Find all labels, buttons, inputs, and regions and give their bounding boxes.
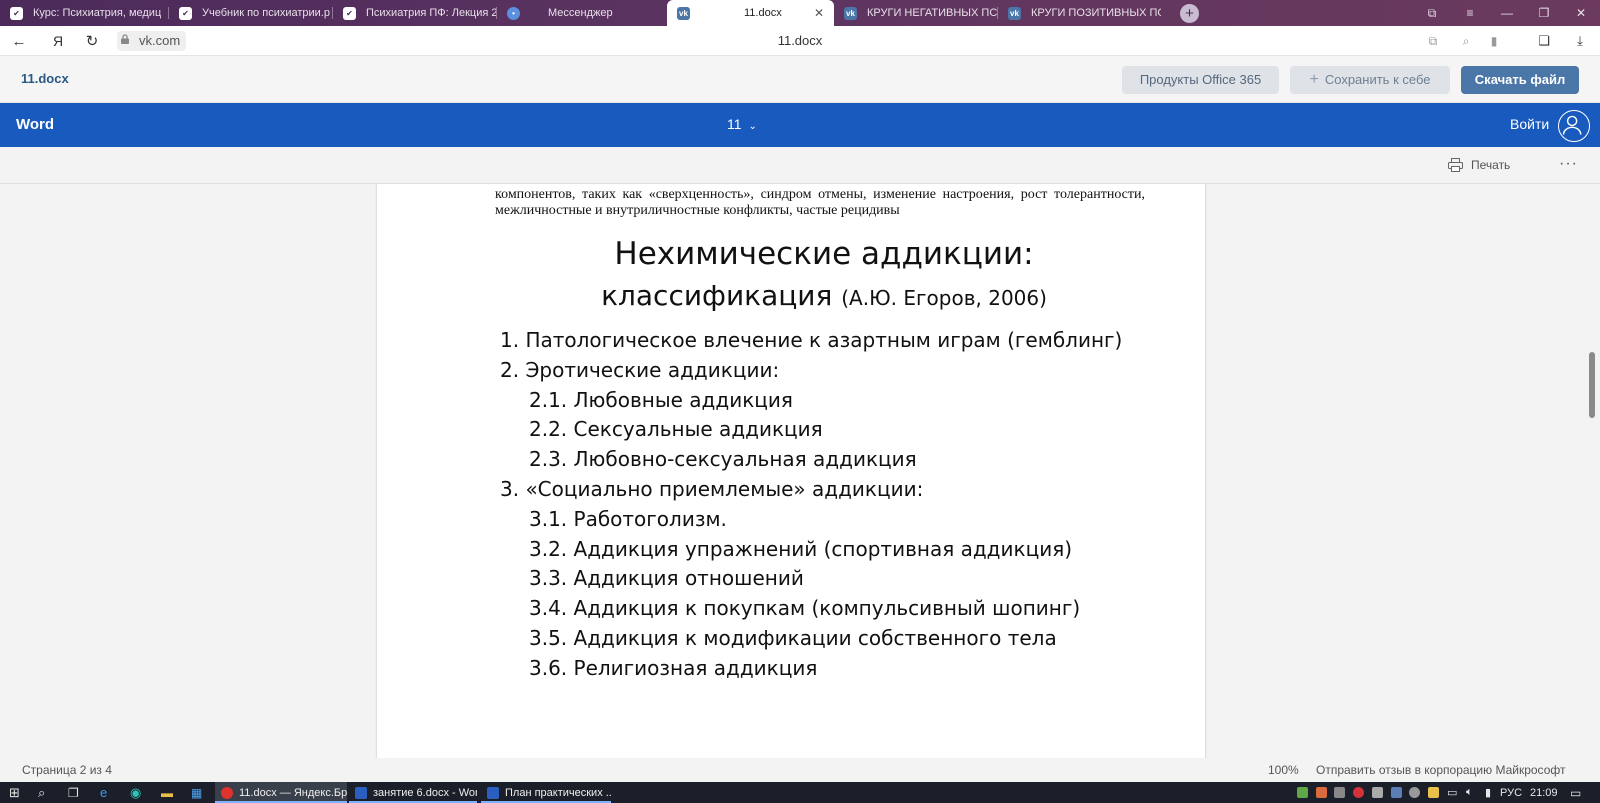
moodle-icon: ✔: [10, 6, 23, 20]
ie-icon[interactable]: e: [100, 782, 107, 803]
printer-icon: [1448, 158, 1463, 172]
list-subitem: 2.3. Любовно-сексуальная аддикция: [529, 447, 917, 471]
list-subitem: 2.1. Любовные аддикция: [529, 388, 793, 412]
command-bar: Печать ···: [0, 147, 1600, 184]
browser-tab[interactable]: ✔ Курс: Психиатрия, медиц: [0, 0, 168, 26]
taskbar-app-word2[interactable]: План практических ...: [481, 782, 611, 803]
windows-taskbar: ⊞ ⌕ ❐ e ◉ ▬ ▦ 11.docx — Яндекс.Бр... зан…: [0, 782, 1600, 803]
reader-icon[interactable]: ⧉: [1420, 26, 1446, 56]
network-icon[interactable]: ▭: [1447, 782, 1457, 803]
document-selector[interactable]: 11 ⌄: [727, 116, 757, 132]
browser-tab-bar: ✔ Курс: Психиатрия, медиц ✔ Учебник по п…: [0, 0, 1600, 26]
scrollbar-thumb[interactable]: [1589, 352, 1595, 418]
list-subitem: 3.4. Аддикция к покупкам (компульсивный …: [529, 596, 1081, 620]
browser-tab[interactable]: vk КРУГИ НЕГАТИВНЫХ ПСИ: [834, 0, 997, 26]
search-icon[interactable]: ⌕: [38, 782, 45, 803]
download-file-button[interactable]: Скачать файл: [1461, 66, 1579, 94]
task-view-icon[interactable]: ❐: [68, 782, 79, 803]
heading-reference: (А.Ю. Егоров, 2006): [841, 286, 1047, 310]
bookmark-icon[interactable]: ▮: [1481, 26, 1507, 56]
browser-tab[interactable]: • Мессенджер: [497, 0, 660, 26]
browser-tab[interactable]: vk КРУГИ ПОЗИТИВНЫХ ПСИ: [998, 0, 1161, 26]
list-subitem: 2.2. Сексуальные аддикция: [529, 417, 823, 441]
close-window-icon[interactable]: ✕: [1563, 0, 1599, 26]
collections-icon[interactable]: ❏: [1531, 26, 1557, 56]
app-tray-icon[interactable]: [1409, 787, 1420, 798]
vk-icon: vk: [1008, 6, 1021, 20]
list-subitem: 3.1. Работоголизм.: [529, 507, 727, 531]
save-to-self-button[interactable]: + Сохранить к себе: [1290, 66, 1450, 94]
vk-icon: vk: [677, 6, 690, 20]
status-bar: Страница 2 из 4 100% Отправить отзыв в к…: [0, 758, 1600, 782]
app-tray-icon[interactable]: [1428, 787, 1439, 798]
feedback-link[interactable]: Отправить отзыв в корпорацию Майкрософт: [1316, 763, 1565, 777]
scrollbar-track[interactable]: [1586, 184, 1600, 758]
messenger-icon: •: [507, 6, 520, 20]
tabs-list-icon[interactable]: ⧉: [1414, 0, 1450, 26]
word-icon: [355, 786, 367, 799]
user-avatar-icon[interactable]: [1558, 110, 1590, 142]
moodle-icon: ✔: [179, 6, 192, 20]
list-item: 2. Эротические аддикции:: [500, 358, 780, 382]
page-count: Страница 2 из 4: [22, 763, 112, 777]
menu-icon[interactable]: ≡: [1452, 0, 1488, 26]
taskbar-app-word[interactable]: занятие 6.docx - Word: [349, 782, 477, 803]
sign-in-link[interactable]: Войти: [1510, 116, 1549, 132]
new-tab-button[interactable]: +: [1180, 4, 1199, 23]
yandex-browser-icon: [221, 786, 233, 799]
browser-tab[interactable]: ✔ Учебник по психиатрии.р: [169, 0, 332, 26]
vk-doc-header: 11.docx Продукты Office 365 + Сохранить к…: [0, 57, 1600, 103]
list-item: 3. «Социально приемлемые» аддикции:: [500, 477, 924, 501]
restore-icon[interactable]: ❐: [1526, 0, 1562, 26]
language-indicator[interactable]: РУС: [1500, 782, 1522, 803]
windows-start-icon[interactable]: ⊞: [9, 782, 20, 803]
translate-icon[interactable]: ⌕: [1453, 26, 1479, 56]
page-title: 11.docx: [777, 33, 823, 48]
app-tray-icon[interactable]: [1372, 787, 1383, 798]
address-bar: ← Я ↻ vk.com 11.docx ⧉ ⌕ ▮ ❏ ⤓: [0, 26, 1600, 56]
taskbar-app-browser[interactable]: 11.docx — Яндекс.Бр...: [215, 782, 347, 803]
list-item: 1. Патологическое влечение к азартным иг…: [500, 328, 1123, 352]
vk-icon: vk: [844, 6, 857, 20]
more-options-button[interactable]: ···: [1559, 155, 1578, 173]
edge-icon[interactable]: ◉: [130, 782, 141, 803]
folder-icon[interactable]: ▬: [161, 782, 173, 803]
download-icon[interactable]: ⤓: [1567, 26, 1593, 56]
list-subitem: 3.2. Аддикция упражнений (спортивная адд…: [529, 537, 1073, 561]
store-icon[interactable]: ▦: [191, 782, 202, 803]
print-button[interactable]: Печать: [1471, 158, 1510, 172]
app-tray-icon[interactable]: [1334, 787, 1345, 798]
minimize-icon[interactable]: —: [1489, 0, 1525, 26]
office-products-button[interactable]: Продукты Office 365: [1122, 66, 1279, 94]
document-canvas[interactable]: компонентов, таких как «сверхценность», …: [0, 184, 1600, 758]
word-app-label: Word: [16, 116, 55, 133]
plus-icon: +: [1309, 71, 1319, 88]
moodle-icon: ✔: [343, 6, 356, 20]
clock[interactable]: 21:09: [1530, 782, 1558, 803]
close-tab-icon[interactable]: ✕: [814, 6, 824, 20]
volume-icon[interactable]: 🔈︎: [1466, 782, 1473, 803]
slide-heading: Нехимические аддикции:: [614, 236, 1034, 272]
list-subitem: 3.5. Аддикция к модификации собственного…: [529, 626, 1057, 650]
steam-tray-icon[interactable]: [1391, 787, 1402, 798]
microphone-icon[interactable]: ▮: [1485, 782, 1491, 803]
word-icon: [487, 786, 499, 799]
zoom-level[interactable]: 100%: [1268, 763, 1299, 777]
chevron-down-icon: ⌄: [748, 121, 757, 132]
person-icon: [1562, 115, 1582, 135]
doc-name: 11.docx: [21, 71, 69, 86]
opera-tray-icon[interactable]: [1353, 787, 1364, 798]
browser-tab[interactable]: ✔ Психиатрия ПФ: Лекция 2: [333, 0, 496, 26]
word-header-bar: Word 11 ⌄ Войти: [0, 103, 1600, 147]
browser-tab-active[interactable]: vk 11.docx ✕: [667, 0, 834, 26]
app-tray-icon[interactable]: [1316, 787, 1327, 798]
list-subitem: 3.3. Аддикция отношений: [529, 566, 804, 590]
slide-heading-line2: классификация (А.Ю. Егоров, 2006): [601, 279, 1047, 312]
continued-paragraph: компонентов, таких как «сверхценность», …: [495, 187, 1145, 218]
list-subitem: 3.6. Религиозная аддикция: [529, 656, 818, 680]
nvidia-tray-icon[interactable]: [1297, 787, 1308, 798]
notifications-icon[interactable]: ▭: [1570, 782, 1581, 803]
